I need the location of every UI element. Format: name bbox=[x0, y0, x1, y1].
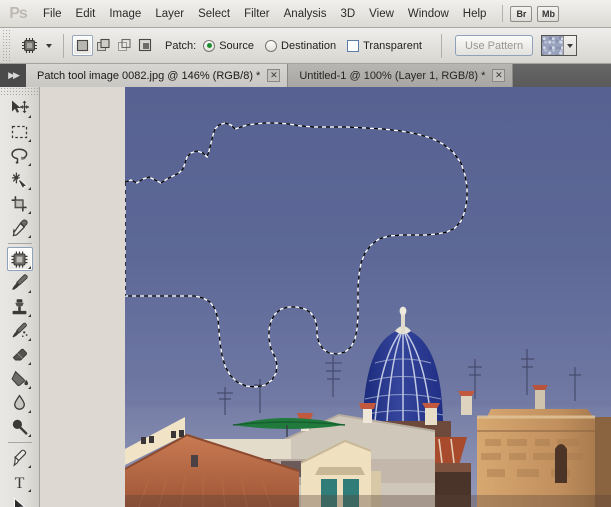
menu-view[interactable]: View bbox=[362, 4, 401, 24]
radio-empty-icon bbox=[265, 39, 278, 52]
selection-mode-group bbox=[72, 35, 156, 56]
checkbox-unchecked-icon bbox=[347, 39, 360, 52]
document-tab-bar: ▶▶ Patch tool image 0082.jpg @ 146% (RGB… bbox=[0, 64, 611, 87]
canvas-area[interactable] bbox=[40, 87, 611, 507]
new-selection-button[interactable] bbox=[72, 35, 93, 56]
patch-destination-label: Destination bbox=[281, 39, 337, 52]
tool-flyout-indicator bbox=[27, 163, 31, 166]
tool-flyout-indicator bbox=[27, 290, 31, 293]
document-tab-inactive[interactable]: Untitled-1 @ 100% (Layer 1, RGB/8) * ✕ bbox=[288, 64, 514, 87]
use-pattern-button[interactable]: Use Pattern bbox=[455, 35, 534, 56]
tool-preset-picker[interactable] bbox=[18, 34, 55, 57]
patch-destination-radio[interactable]: Destination bbox=[265, 39, 336, 53]
document-tab-title: Untitled-1 @ 100% (Layer 1, RGB/8) * bbox=[299, 69, 486, 82]
tool-flyout-indicator bbox=[27, 115, 31, 118]
document-tab-active[interactable]: Patch tool image 0082.jpg @ 146% (RGB/8)… bbox=[26, 64, 289, 87]
patch-source-radio[interactable]: Source bbox=[203, 39, 254, 53]
patch-tool-icon bbox=[18, 34, 41, 57]
tool-flyout-indicator bbox=[27, 434, 31, 437]
tool-flyout-indicator bbox=[27, 187, 31, 190]
svg-text:T: T bbox=[15, 475, 25, 491]
tool-flyout-indicator bbox=[27, 266, 31, 269]
pattern-picker[interactable] bbox=[541, 35, 578, 56]
tools-panel-grip[interactable] bbox=[0, 87, 38, 96]
crop-tool[interactable] bbox=[7, 192, 33, 216]
options-divider-1 bbox=[63, 33, 64, 58]
menu-edit[interactable]: Edit bbox=[69, 4, 103, 24]
eyedropper-tool[interactable] bbox=[7, 216, 33, 240]
rectangular-marquee-tool[interactable] bbox=[7, 120, 33, 144]
lasso-tool[interactable] bbox=[7, 144, 33, 168]
patch-label: Patch: bbox=[165, 39, 197, 52]
tool-flyout-indicator bbox=[27, 139, 31, 142]
photoshop-logo: Ps bbox=[9, 4, 28, 22]
move-tool[interactable] bbox=[7, 96, 33, 120]
path-selection-tool[interactable] bbox=[7, 494, 33, 507]
menu-window[interactable]: Window bbox=[401, 4, 456, 24]
blur-tool[interactable] bbox=[7, 391, 33, 415]
menu-file[interactable]: File bbox=[36, 4, 69, 24]
selection-marquee[interactable] bbox=[125, 87, 611, 507]
tool-flyout-indicator bbox=[27, 211, 31, 214]
menu-analysis[interactable]: Analysis bbox=[277, 4, 334, 24]
tool-flyout-indicator bbox=[27, 386, 31, 389]
chevron-down-icon[interactable] bbox=[46, 43, 52, 48]
tool-flyout-indicator bbox=[27, 338, 31, 341]
transparent-label: Transparent bbox=[363, 39, 422, 52]
tools-divider bbox=[7, 243, 32, 244]
add-to-selection-button[interactable] bbox=[93, 35, 114, 56]
patch-tool[interactable] bbox=[6, 247, 33, 271]
tool-flyout-indicator bbox=[27, 465, 31, 468]
tool-flyout-indicator bbox=[27, 410, 31, 413]
dodge-tool[interactable] bbox=[7, 415, 33, 439]
menu-divider bbox=[502, 5, 504, 22]
horizontal-type-tool[interactable]: T bbox=[7, 470, 33, 494]
tools-panel: T bbox=[0, 87, 40, 507]
tool-flyout-indicator bbox=[27, 362, 31, 365]
menu-filter[interactable]: Filter bbox=[237, 4, 277, 24]
pen-tool[interactable] bbox=[7, 446, 33, 470]
options-divider-2 bbox=[441, 33, 442, 58]
quick-selection-tool[interactable] bbox=[7, 168, 33, 192]
menu-bar: Ps File Edit Image Layer Select Filter A… bbox=[0, 0, 611, 28]
options-bar: Patch: Source Destination Transparent Us… bbox=[0, 28, 611, 64]
brush-tool[interactable] bbox=[7, 271, 33, 295]
tool-flyout-indicator bbox=[27, 314, 31, 317]
document-tab-title: Patch tool image 0082.jpg @ 146% (RGB/8)… bbox=[37, 69, 261, 82]
menu-3d[interactable]: 3D bbox=[333, 4, 362, 24]
options-bar-grip[interactable] bbox=[2, 28, 11, 63]
menu-image[interactable]: Image bbox=[102, 4, 148, 24]
close-icon[interactable]: ✕ bbox=[492, 69, 506, 82]
pattern-chevron-down-icon[interactable] bbox=[563, 36, 577, 55]
expand-panels-button[interactable]: ▶▶ bbox=[0, 64, 26, 87]
radio-selected-icon bbox=[203, 39, 216, 52]
clone-stamp-tool[interactable] bbox=[7, 295, 33, 319]
menu-layer[interactable]: Layer bbox=[148, 4, 191, 24]
menu-help[interactable]: Help bbox=[456, 4, 494, 24]
close-icon[interactable]: ✕ bbox=[267, 69, 281, 82]
tools-divider bbox=[7, 442, 32, 443]
gradient-tool[interactable] bbox=[7, 367, 33, 391]
eraser-tool[interactable] bbox=[7, 343, 33, 367]
intersect-with-selection-button[interactable] bbox=[135, 35, 156, 56]
pattern-swatch-icon[interactable] bbox=[542, 36, 564, 55]
launch-bridge-button[interactable]: Br bbox=[510, 5, 533, 22]
tool-flyout-indicator bbox=[27, 235, 31, 238]
history-brush-tool[interactable] bbox=[7, 319, 33, 343]
patch-source-label: Source bbox=[219, 39, 255, 52]
launch-mini-bridge-button[interactable]: Mb bbox=[537, 5, 560, 22]
menu-select[interactable]: Select bbox=[191, 4, 237, 24]
photoshop-window: Ps File Edit Image Layer Select Filter A… bbox=[0, 0, 611, 507]
transparent-checkbox[interactable]: Transparent bbox=[347, 39, 422, 53]
subtract-from-selection-button[interactable] bbox=[114, 35, 135, 56]
tool-flyout-indicator bbox=[27, 489, 31, 492]
